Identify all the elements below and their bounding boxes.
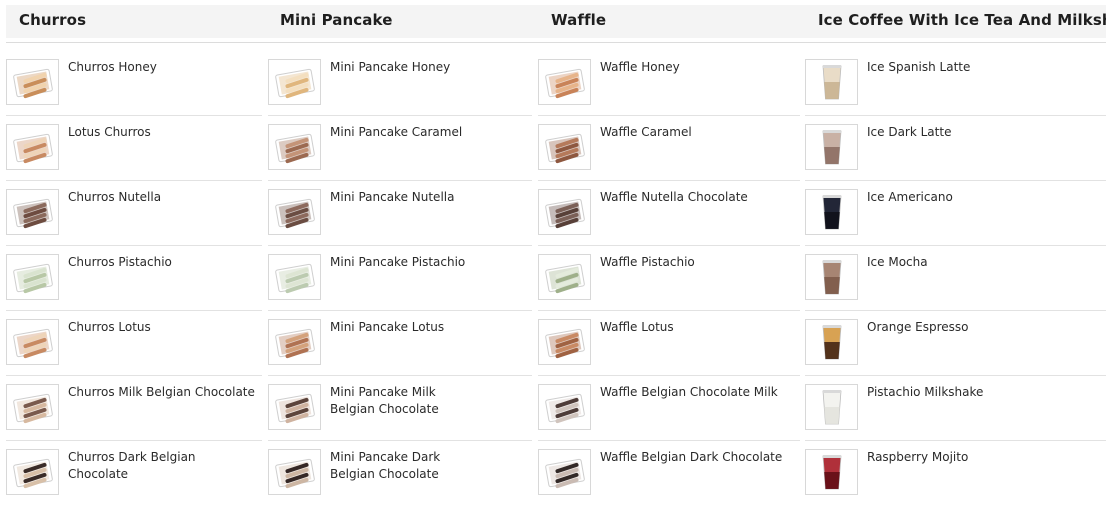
menu-item[interactable]: Ice Americano bbox=[805, 189, 1105, 254]
mini-pancake-honey-icon[interactable] bbox=[268, 59, 321, 105]
category-title[interactable]: Churros bbox=[19, 11, 86, 29]
milkshake-cup-icon[interactable] bbox=[805, 384, 858, 430]
waffle-nutella-icon[interactable] bbox=[538, 189, 591, 235]
waffle-milk-chocolate-icon[interactable] bbox=[538, 384, 591, 430]
category-title[interactable]: Mini Pancake bbox=[280, 11, 392, 29]
menu-item-label[interactable]: Waffle Belgian Dark Chocolate bbox=[600, 449, 790, 466]
churros-lotus-icon[interactable] bbox=[6, 124, 59, 170]
category-title[interactable]: Ice Coffee With Ice Tea And Milkshake bbox=[818, 11, 1106, 29]
category-title[interactable]: Waffle bbox=[551, 11, 606, 29]
menu-item[interactable]: Mini Pancake Nutella bbox=[268, 189, 524, 254]
mini-pancake-caramel-icon[interactable] bbox=[268, 124, 321, 170]
menu-item[interactable]: Pistachio Milkshake bbox=[805, 384, 1105, 449]
menu-item[interactable]: Mini Pancake Caramel bbox=[268, 124, 524, 189]
menu-item-label[interactable]: Mini Pancake Milk Belgian Chocolate bbox=[330, 384, 480, 418]
menu-item-label[interactable]: Mini Pancake Dark Belgian Chocolate bbox=[330, 449, 480, 483]
menu-item-label[interactable]: Mini Pancake Nutella bbox=[330, 189, 480, 206]
menu-item-label[interactable]: Waffle Lotus bbox=[600, 319, 790, 336]
menu-item[interactable]: Ice Mocha bbox=[805, 254, 1105, 319]
menu-item[interactable]: Ice Dark Latte bbox=[805, 124, 1105, 189]
menu-item[interactable]: Raspberry Mojito bbox=[805, 449, 1105, 514]
menu-item-label[interactable]: Orange Espresso bbox=[867, 319, 1057, 336]
menu-item-label[interactable]: Waffle Caramel bbox=[600, 124, 790, 141]
menu-item-label[interactable]: Waffle Nutella Chocolate bbox=[600, 189, 790, 206]
iced-mocha-cup-icon[interactable] bbox=[805, 254, 858, 300]
waffle-lotus-icon[interactable] bbox=[538, 319, 591, 365]
mojito-cup-icon[interactable] bbox=[805, 449, 858, 495]
menu-item-label[interactable]: Ice Mocha bbox=[867, 254, 1057, 271]
menu-item[interactable]: Churros Honey bbox=[6, 59, 262, 124]
iced-dark-latte-cup-icon[interactable] bbox=[805, 124, 858, 170]
waffle-caramel-icon[interactable] bbox=[538, 124, 591, 170]
iced-americano-cup-icon[interactable] bbox=[805, 189, 858, 235]
mini-pancake-pistachio-icon[interactable] bbox=[268, 254, 321, 300]
menu-item[interactable]: Mini Pancake Lotus bbox=[268, 319, 524, 384]
menu-item-label[interactable]: Mini Pancake Lotus bbox=[330, 319, 480, 336]
menu-item-label[interactable]: Churros Lotus bbox=[68, 319, 258, 336]
menu-item[interactable]: Ice Spanish Latte bbox=[805, 59, 1105, 124]
menu-item[interactable]: Waffle Belgian Chocolate Milk bbox=[538, 384, 794, 449]
menu-item-label[interactable]: Waffle Belgian Chocolate Milk bbox=[600, 384, 790, 401]
menu-item-label[interactable]: Churros Milk Belgian Chocolate bbox=[68, 384, 258, 401]
waffle-pistachio-icon[interactable] bbox=[538, 254, 591, 300]
menu-item-label[interactable]: Waffle Honey bbox=[600, 59, 790, 76]
menu-item[interactable]: Lotus Churros bbox=[6, 124, 262, 189]
menu-item[interactable]: Mini Pancake Honey bbox=[268, 59, 524, 124]
churros-lotus-icon[interactable] bbox=[6, 319, 59, 365]
menu-item[interactable]: Churros Dark Belgian Chocolate bbox=[6, 449, 262, 514]
header-divider bbox=[6, 42, 1106, 43]
menu-item[interactable]: Waffle Nutella Chocolate bbox=[538, 189, 794, 254]
menu-item-label[interactable]: Raspberry Mojito bbox=[867, 449, 1057, 466]
menu-item[interactable]: Mini Pancake Dark Belgian Chocolate bbox=[268, 449, 524, 514]
menu-item[interactable]: Waffle Pistachio bbox=[538, 254, 794, 319]
iced-latte-cup-icon[interactable] bbox=[805, 59, 858, 105]
menu-item[interactable]: Mini Pancake Pistachio bbox=[268, 254, 524, 319]
menu-item[interactable]: Orange Espresso bbox=[805, 319, 1105, 384]
menu-item-label[interactable]: Pistachio Milkshake bbox=[867, 384, 1057, 401]
churros-pistachio-icon[interactable] bbox=[6, 254, 59, 300]
menu-item-label[interactable]: Lotus Churros bbox=[68, 124, 258, 141]
churros-nutella-icon[interactable] bbox=[6, 189, 59, 235]
menu-item-label[interactable]: Ice Dark Latte bbox=[867, 124, 1057, 141]
menu-item[interactable]: Waffle Belgian Dark Chocolate bbox=[538, 449, 794, 514]
menu-item[interactable]: Waffle Honey bbox=[538, 59, 794, 124]
orange-espresso-cup-icon[interactable] bbox=[805, 319, 858, 365]
waffle-dark-chocolate-icon[interactable] bbox=[538, 449, 591, 495]
churros-dark-chocolate-icon[interactable] bbox=[6, 449, 59, 495]
menu-item-label[interactable]: Mini Pancake Pistachio bbox=[330, 254, 480, 271]
menu-item[interactable]: Mini Pancake Milk Belgian Chocolate bbox=[268, 384, 524, 449]
menu-item-label[interactable]: Ice Spanish Latte bbox=[867, 59, 1057, 76]
mini-pancake-nutella-icon[interactable] bbox=[268, 189, 321, 235]
menu-item-label[interactable]: Churros Nutella bbox=[68, 189, 258, 206]
waffle-honey-icon[interactable] bbox=[538, 59, 591, 105]
churros-milk-chocolate-icon[interactable] bbox=[6, 384, 59, 430]
menu-item-label[interactable]: Mini Pancake Honey bbox=[330, 59, 480, 76]
menu-item[interactable]: Churros Lotus bbox=[6, 319, 262, 384]
churros-honey-icon[interactable] bbox=[6, 59, 59, 105]
menu-item-label[interactable]: Churros Dark Belgian Chocolate bbox=[68, 449, 258, 483]
menu-item-label[interactable]: Mini Pancake Caramel bbox=[330, 124, 480, 141]
menu-item[interactable]: Churros Pistachio bbox=[6, 254, 262, 319]
menu-item-label[interactable]: Churros Pistachio bbox=[68, 254, 258, 271]
mini-pancake-dark-chocolate-icon[interactable] bbox=[268, 449, 321, 495]
menu-item-label[interactable]: Waffle Pistachio bbox=[600, 254, 790, 271]
mini-pancake-lotus-icon[interactable] bbox=[268, 319, 321, 365]
menu-item-label[interactable]: Ice Americano bbox=[867, 189, 1057, 206]
menu-item-label[interactable]: Churros Honey bbox=[68, 59, 258, 76]
menu-item[interactable]: Waffle Caramel bbox=[538, 124, 794, 189]
menu-item[interactable]: Churros Nutella bbox=[6, 189, 262, 254]
menu-item[interactable]: Churros Milk Belgian Chocolate bbox=[6, 384, 262, 449]
menu-item[interactable]: Waffle Lotus bbox=[538, 319, 794, 384]
mini-pancake-milk-chocolate-icon[interactable] bbox=[268, 384, 321, 430]
